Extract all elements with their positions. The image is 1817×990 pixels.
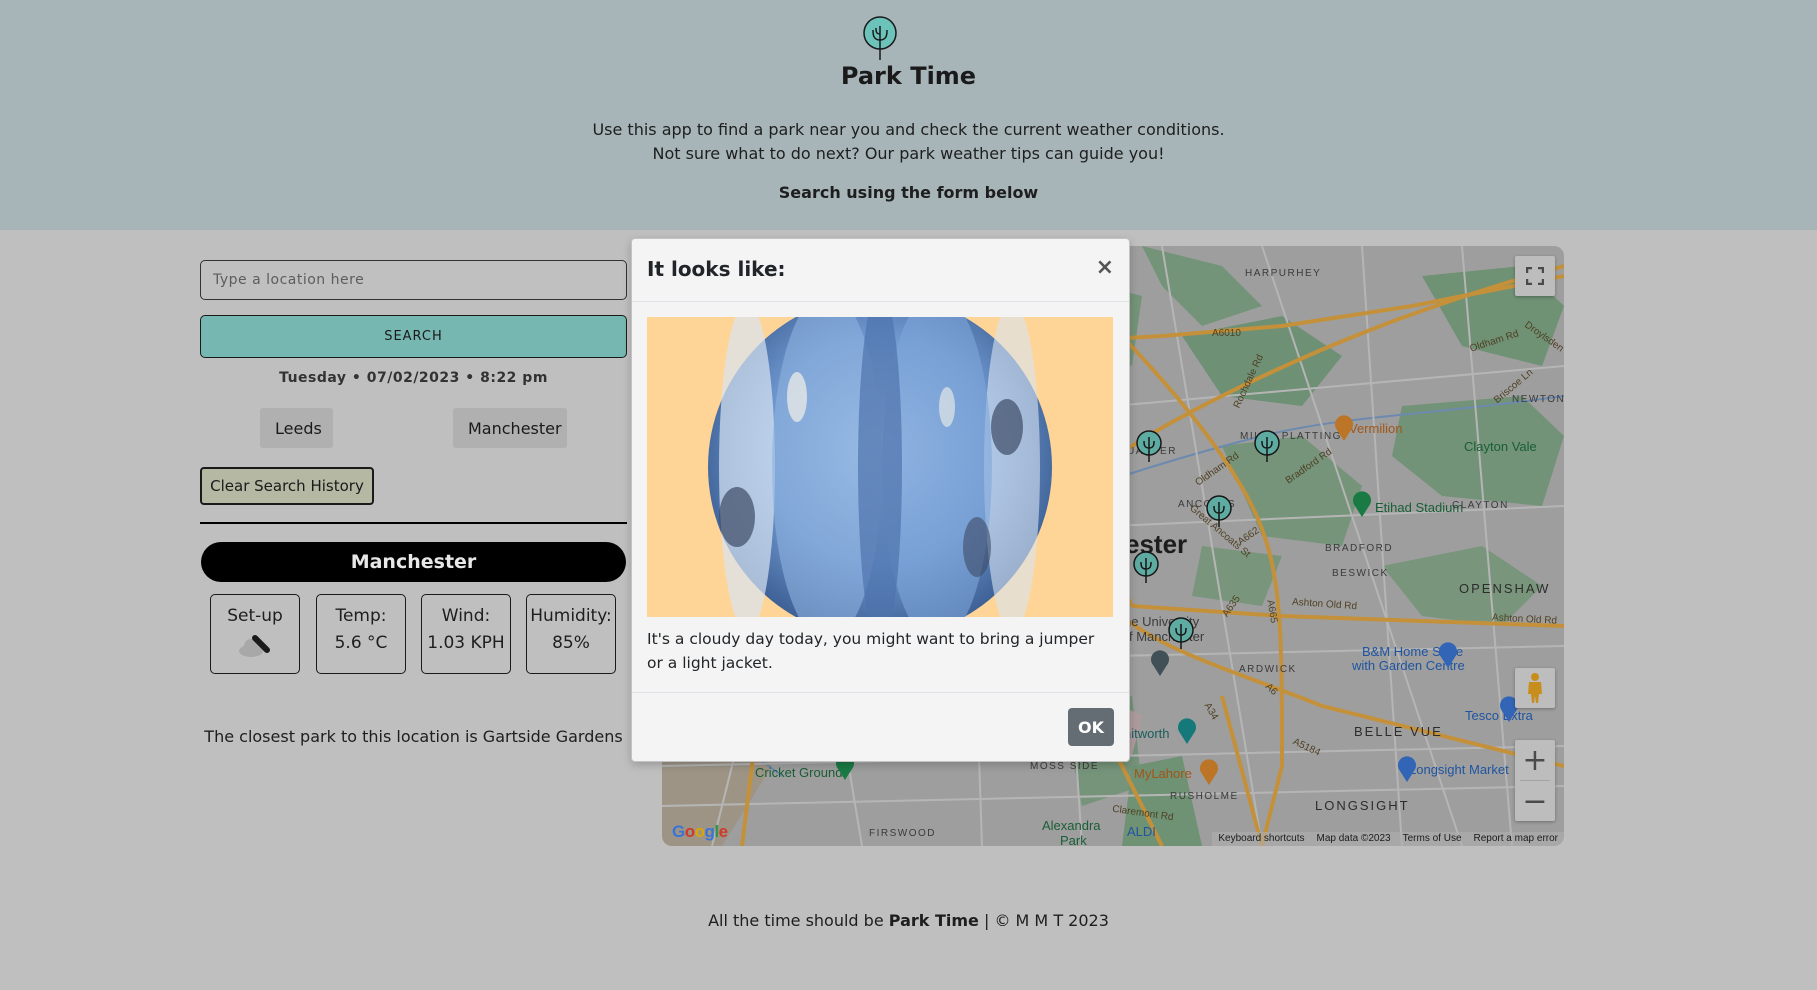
weather-tip-text: It's a cloudy day today, you might want … bbox=[647, 630, 1095, 672]
card-label: Humidity: bbox=[530, 606, 612, 626]
map-label-park[interactable]: Clayton Vale bbox=[1464, 439, 1537, 454]
card-label: Set-up bbox=[227, 606, 283, 626]
cloudy-icon bbox=[239, 635, 270, 657]
map-label-poi[interactable]: MyLahore bbox=[1134, 766, 1192, 781]
current-datetime: Tuesday • 07/02/2023 • 8:22 pm bbox=[279, 370, 548, 386]
shopping-pin-icon[interactable] bbox=[1438, 642, 1458, 668]
report-error-link[interactable]: Report a map error bbox=[1467, 832, 1564, 846]
page-header: Park Time Use this app to find a park ne… bbox=[0, 0, 1817, 230]
footer-prefix: All the time should be bbox=[708, 911, 889, 930]
modal-footer-divider bbox=[632, 692, 1129, 693]
map-label-area: MOSS SIDE bbox=[1030, 761, 1100, 772]
park-marker[interactable] bbox=[1167, 617, 1195, 649]
zoom-out-button[interactable]: − bbox=[1515, 781, 1555, 821]
map-label-area: CLAYTON bbox=[1452, 500, 1509, 511]
fullscreen-icon bbox=[1526, 267, 1544, 285]
restaurant-pin-icon[interactable] bbox=[1199, 759, 1219, 785]
map-label-area: FIRSWOOD bbox=[869, 828, 936, 839]
tree-icon bbox=[863, 16, 897, 60]
ok-button[interactable]: OK bbox=[1068, 708, 1114, 746]
page-footer: All the time should be Park Time | © M M… bbox=[0, 911, 1817, 930]
weather-image bbox=[647, 317, 1113, 617]
weather-tip-modal: It looks like: × It's a cloudy day today… bbox=[631, 238, 1130, 762]
map-label-area: NEWTON HE bbox=[1512, 394, 1564, 405]
weather-card-wind: Wind: 1.03 KPH bbox=[421, 594, 511, 674]
intro-text: Use this app to find a park near you and… bbox=[0, 118, 1817, 166]
street-view-button[interactable] bbox=[1515, 668, 1555, 708]
card-value: 85% bbox=[552, 633, 590, 653]
terms-link[interactable]: Terms of Use bbox=[1396, 832, 1468, 846]
weather-card-humidity: Humidity: 85% bbox=[526, 594, 616, 674]
search-hint: Search using the form below bbox=[778, 183, 1039, 202]
history-item-manchester[interactable]: Manchester bbox=[453, 408, 567, 448]
modal-header: It looks like: × bbox=[632, 239, 1129, 302]
museum-pin-icon[interactable] bbox=[1177, 718, 1197, 744]
map-label-stadium[interactable]: Etihad Stadium bbox=[1375, 500, 1463, 515]
google-logo: Google bbox=[672, 822, 728, 841]
card-value: 1.03 KPH bbox=[427, 633, 505, 653]
weather-card-conditions: Set-up bbox=[210, 594, 300, 674]
zoom-in-button[interactable]: + bbox=[1515, 740, 1555, 780]
stadium-pin-icon[interactable] bbox=[1352, 491, 1372, 517]
map-label-poi[interactable]: Longsight Market bbox=[1409, 762, 1509, 777]
footer-brand: Park Time bbox=[888, 911, 979, 930]
park-marker[interactable] bbox=[1205, 495, 1233, 527]
close-icon[interactable]: × bbox=[1096, 255, 1114, 280]
map-label-park[interactable]: Alexandra bbox=[1042, 818, 1101, 833]
park-marker[interactable] bbox=[1253, 430, 1281, 462]
restaurant-pin-icon[interactable] bbox=[1334, 415, 1354, 441]
weather-card-temp: Temp: 5.6 °C bbox=[316, 594, 406, 674]
map-label-area: LONGSIGHT bbox=[1315, 798, 1410, 813]
pegman-icon bbox=[1528, 673, 1542, 703]
card-label: Temp: bbox=[335, 606, 387, 626]
map-label-road: A6010 bbox=[1212, 328, 1241, 339]
university-pin-icon[interactable] bbox=[1150, 650, 1170, 676]
map-label-poi[interactable]: ALDI bbox=[1127, 824, 1156, 839]
map-label-poi[interactable]: Cricket Ground bbox=[755, 765, 842, 780]
fullscreen-button[interactable] bbox=[1515, 256, 1555, 296]
city-name-banner: Manchester bbox=[201, 542, 626, 582]
park-marker[interactable] bbox=[1135, 430, 1163, 462]
closest-park-text: The closest park to this location is Gar… bbox=[204, 727, 623, 746]
map-label-area: OPENSHAW bbox=[1459, 581, 1551, 596]
footer-copyright: | © M M T 2023 bbox=[978, 911, 1109, 930]
location-search-input[interactable] bbox=[200, 260, 627, 300]
map-attribution: Keyboard shortcuts Map data ©2023 Terms … bbox=[1212, 832, 1564, 846]
map-label-park[interactable]: Park bbox=[1060, 833, 1087, 846]
divider bbox=[200, 522, 627, 524]
app-title: Park Time bbox=[840, 62, 977, 90]
card-value: 5.6 °C bbox=[334, 633, 388, 653]
map-data-text: Map data ©2023 bbox=[1310, 832, 1397, 846]
intro-line-2: Not sure what to do next? Our park weath… bbox=[652, 144, 1165, 163]
map-label-area: ARDWICK bbox=[1239, 664, 1297, 675]
modal-title: It looks like: bbox=[647, 257, 786, 281]
intro-line-1: Use this app to find a park near you and… bbox=[592, 120, 1225, 139]
history-item-leeds[interactable]: Leeds bbox=[260, 408, 333, 448]
search-button[interactable]: SEARCH bbox=[200, 315, 627, 358]
map-label-area: BRADFORD bbox=[1325, 543, 1394, 554]
map-label-area: BESWICK bbox=[1332, 568, 1389, 579]
map-label-area: RUSHOLME bbox=[1170, 791, 1239, 802]
shopping-cart-pin-icon[interactable] bbox=[1397, 756, 1417, 782]
park-marker[interactable] bbox=[1132, 551, 1160, 583]
cloudy-sky-sphere-image bbox=[708, 317, 1052, 617]
clear-history-button[interactable]: Clear Search History bbox=[200, 467, 374, 505]
map-label-poi[interactable]: Vermilion bbox=[1349, 421, 1402, 436]
map-label-area: HARPURHEY bbox=[1245, 268, 1322, 279]
keyboard-shortcuts-link[interactable]: Keyboard shortcuts bbox=[1212, 832, 1311, 846]
map-label-poi[interactable]: hitworth bbox=[1124, 726, 1170, 741]
zoom-control: + − bbox=[1515, 740, 1555, 821]
map-label-area: BELLE VUE bbox=[1354, 724, 1443, 739]
card-label: Wind: bbox=[441, 606, 491, 626]
